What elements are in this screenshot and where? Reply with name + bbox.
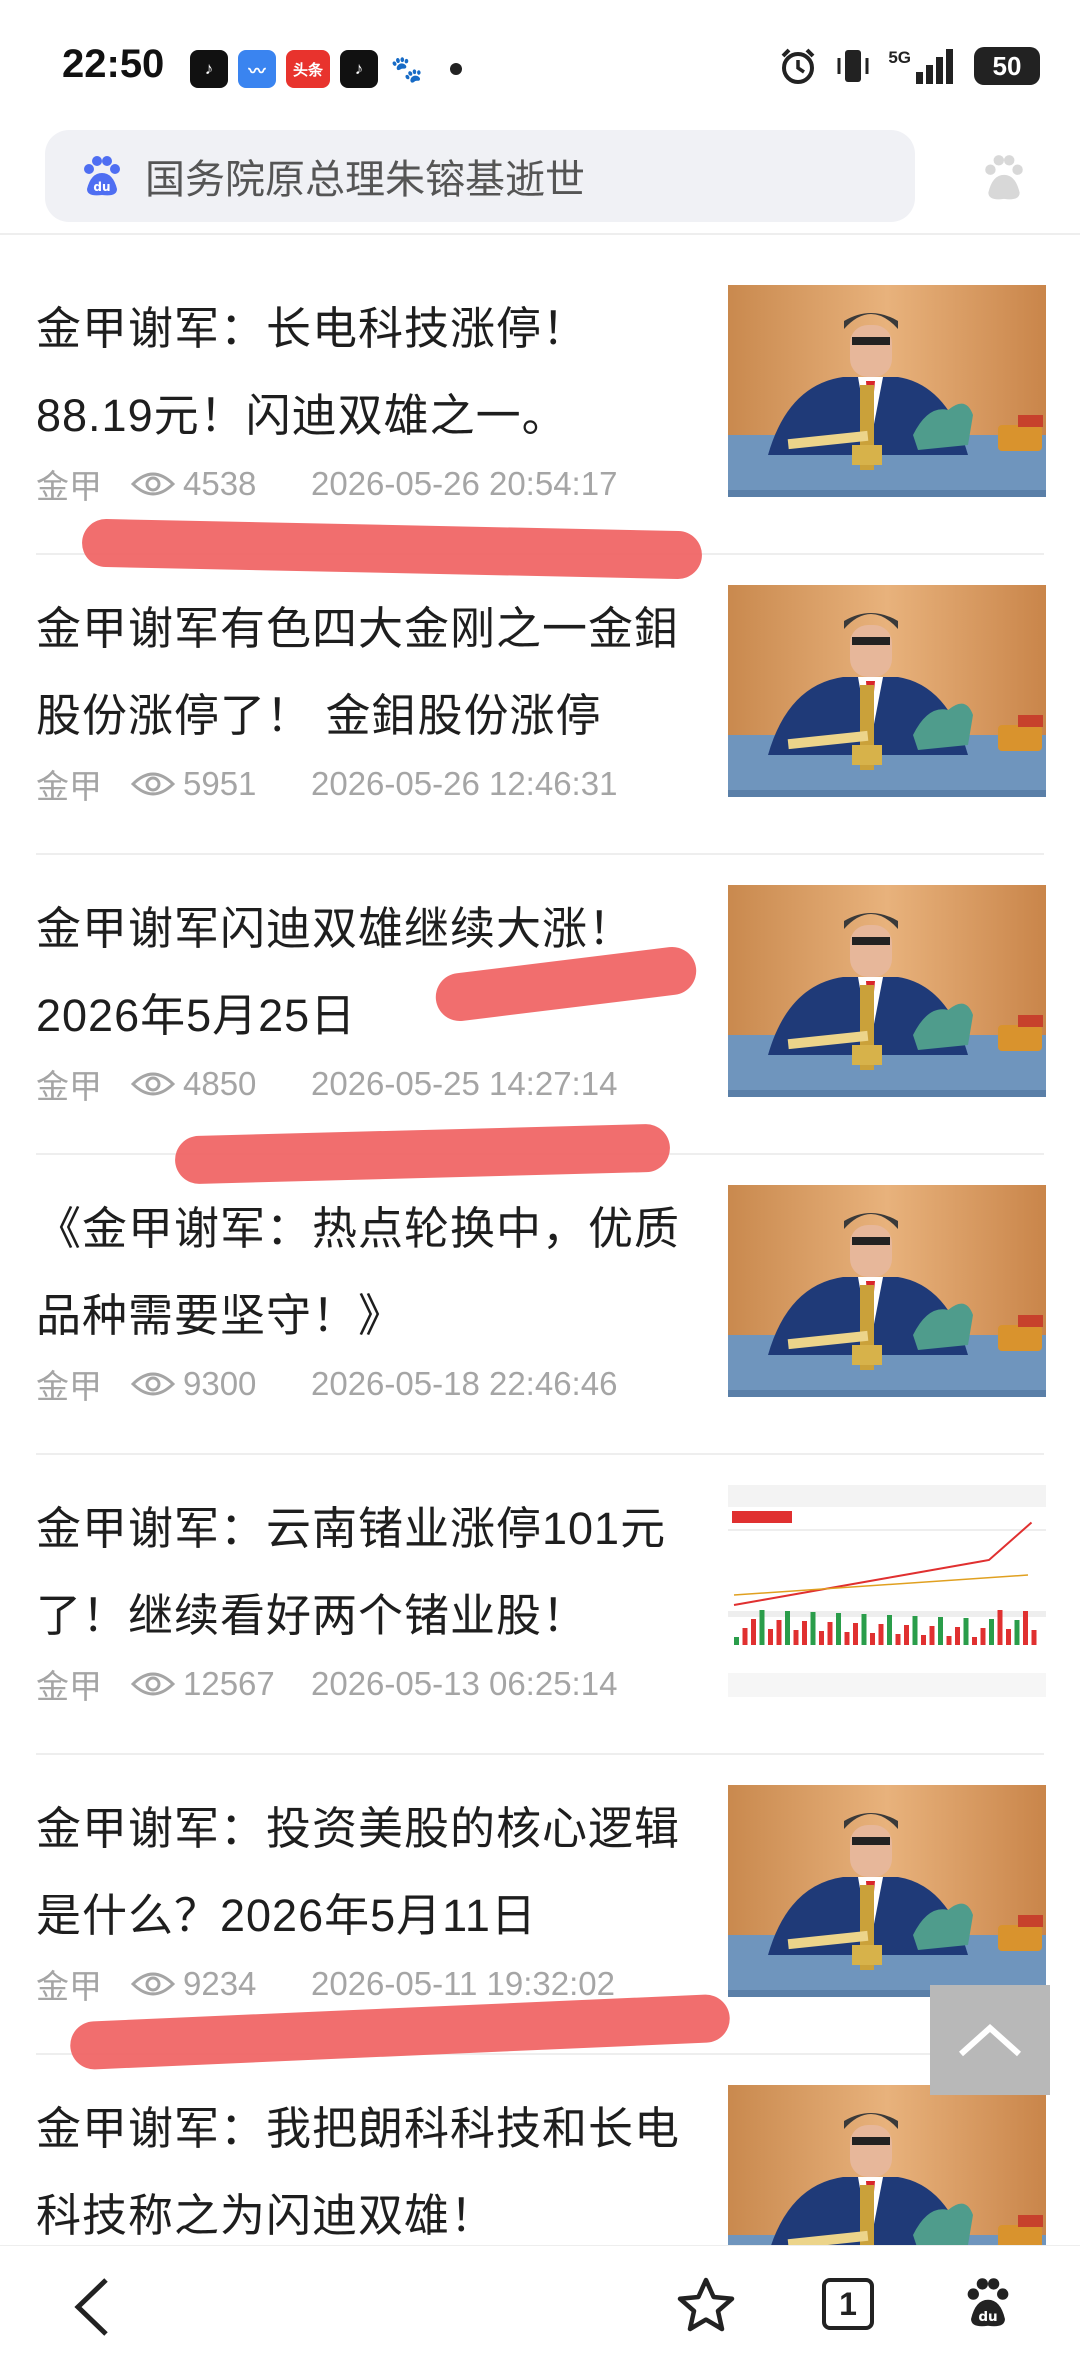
view-count: 9234 bbox=[183, 1965, 257, 2002]
maps-app-icon: 〰 bbox=[238, 50, 276, 88]
baidu-menu-icon[interactable]: du bbox=[962, 2272, 1014, 2332]
baidu-paw-icon: du bbox=[84, 156, 120, 196]
publish-date: 2026-05-26 12:46:31 bbox=[311, 765, 618, 802]
signal-icon: 5G bbox=[888, 48, 956, 84]
notification-icons: ♪ 〰 头条 ♪ 🐾 bbox=[190, 50, 462, 88]
views-eye-icon bbox=[131, 472, 175, 496]
article-thumbnail[interactable] bbox=[728, 1485, 1046, 1697]
more-notifications-dot bbox=[450, 63, 462, 75]
video-thumbnail bbox=[728, 285, 1046, 497]
video-thumbnail bbox=[728, 585, 1046, 797]
article-title[interactable]: 金甲谢军有色四大金刚之一金鉬股份涨停了！ 金鉬股份涨停 bbox=[36, 585, 691, 759]
baidu-home-icon[interactable] bbox=[980, 150, 1028, 204]
video-thumbnail bbox=[728, 885, 1046, 1097]
views-eye-icon bbox=[131, 1972, 175, 1996]
article-thumbnail[interactable] bbox=[728, 1185, 1046, 1397]
svg-text:du: du bbox=[978, 2309, 997, 2325]
favorite-star-icon[interactable] bbox=[676, 2276, 736, 2334]
toutiao-app-icon: 头条 bbox=[286, 50, 330, 88]
article-meta: 金甲 5951 2026-05-26 12:46:31 bbox=[36, 760, 617, 808]
article-card[interactable]: 金甲谢军有色四大金刚之一金鉬股份涨停了！ 金鉬股份涨停 金甲 5951 2026… bbox=[36, 555, 1046, 855]
article-card[interactable]: 金甲谢军：云南锗业涨停101元了！继续看好两个锗业股！ 金甲 12567 202… bbox=[36, 1455, 1046, 1755]
article-meta: 金甲 9300 2026-05-18 22:46:46 bbox=[36, 1360, 617, 1408]
network-type: 5G bbox=[888, 48, 911, 67]
back-button[interactable] bbox=[70, 2274, 114, 2340]
chevron-up-icon bbox=[958, 2023, 1022, 2057]
article-source: 金甲 bbox=[36, 1968, 102, 2005]
article-card[interactable]: 金甲谢军：长电科技涨停！88.19元！闪迪双雄之一。 金甲 4538 2026-… bbox=[36, 255, 1046, 555]
article-title[interactable]: 金甲谢军：长电科技涨停！88.19元！闪迪双雄之一。 bbox=[36, 285, 691, 459]
battery-indicator: 50 bbox=[974, 47, 1040, 85]
article-title[interactable]: 金甲谢军：我把朗科科技和长电科技称之为闪迪双雄！ bbox=[36, 2085, 691, 2259]
article-meta: 金甲 4850 2026-05-25 14:27:14 bbox=[36, 1060, 617, 1108]
article-source: 金甲 bbox=[36, 1068, 102, 1105]
view-count: 4538 bbox=[183, 465, 257, 502]
article-source: 金甲 bbox=[36, 1668, 102, 1705]
article-thumbnail[interactable] bbox=[728, 1785, 1046, 1997]
tiktok-app-icon: ♪ bbox=[190, 50, 228, 88]
view-count: 4850 bbox=[183, 1065, 257, 1102]
views-eye-icon bbox=[131, 1072, 175, 1096]
view-count: 5951 bbox=[183, 765, 257, 802]
article-meta: 金甲 9234 2026-05-11 19:32:02 bbox=[36, 1960, 615, 2008]
publish-date: 2026-05-25 14:27:14 bbox=[311, 1065, 618, 1102]
publish-date: 2026-05-18 22:46:46 bbox=[311, 1365, 618, 1402]
bottom-toolbar: 1 du bbox=[0, 2245, 1080, 2373]
stock-chart-thumbnail bbox=[728, 1485, 1046, 1697]
search-query: 国务院原总理朱镕基逝世 bbox=[145, 158, 585, 202]
view-count: 12567 bbox=[183, 1665, 275, 1702]
status-bar: 22:50 ♪ 〰 头条 ♪ 🐾 5G 50 bbox=[0, 0, 1080, 125]
system-icons: 5G 50 bbox=[778, 46, 1040, 86]
article-meta: 金甲 12567 2026-05-13 06:25:14 bbox=[36, 1660, 617, 1708]
video-thumbnail bbox=[728, 1185, 1046, 1397]
tiktok-app-icon-2: ♪ bbox=[340, 50, 378, 88]
article-title[interactable]: 金甲谢军：云南锗业涨停101元了！继续看好两个锗业股！ bbox=[36, 1485, 691, 1659]
article-source: 金甲 bbox=[36, 1368, 102, 1405]
article-meta: 金甲 4538 2026-05-26 20:54:17 bbox=[36, 460, 617, 508]
article-thumbnail[interactable] bbox=[728, 885, 1046, 1097]
views-eye-icon bbox=[131, 772, 175, 796]
video-thumbnail bbox=[728, 1785, 1046, 1997]
status-time: 22:50 bbox=[62, 42, 165, 86]
alarm-icon bbox=[781, 48, 815, 84]
vibrate-icon bbox=[837, 50, 869, 82]
article-thumbnail[interactable] bbox=[728, 285, 1046, 497]
article-title[interactable]: 《金甲谢军：热点轮换中，优质品种需要坚守！》 bbox=[36, 1185, 691, 1359]
article-title[interactable]: 金甲谢军：投资美股的核心逻辑是什么？2026年5月11日 bbox=[36, 1785, 691, 1959]
publish-date: 2026-05-26 20:54:17 bbox=[311, 465, 618, 502]
tab-count-button[interactable]: 1 bbox=[822, 2278, 874, 2330]
view-count: 9300 bbox=[183, 1365, 257, 1402]
baidu-app-icon: 🐾 bbox=[388, 50, 426, 88]
views-eye-icon bbox=[131, 1672, 175, 1696]
header-divider bbox=[0, 233, 1080, 235]
article-card[interactable]: 《金甲谢军：热点轮换中，优质品种需要坚守！》 金甲 9300 2026-05-1… bbox=[36, 1155, 1046, 1455]
publish-date: 2026-05-13 06:25:14 bbox=[311, 1665, 618, 1702]
article-thumbnail[interactable] bbox=[728, 585, 1046, 797]
article-source: 金甲 bbox=[36, 768, 102, 805]
publish-date: 2026-05-11 19:32:02 bbox=[311, 1965, 615, 2002]
svg-text:du: du bbox=[93, 180, 110, 194]
views-eye-icon bbox=[131, 1372, 175, 1396]
article-source: 金甲 bbox=[36, 468, 102, 505]
scroll-to-top-button[interactable] bbox=[930, 1985, 1050, 2095]
search-bar[interactable]: du 国务院原总理朱镕基逝世 bbox=[45, 130, 915, 222]
